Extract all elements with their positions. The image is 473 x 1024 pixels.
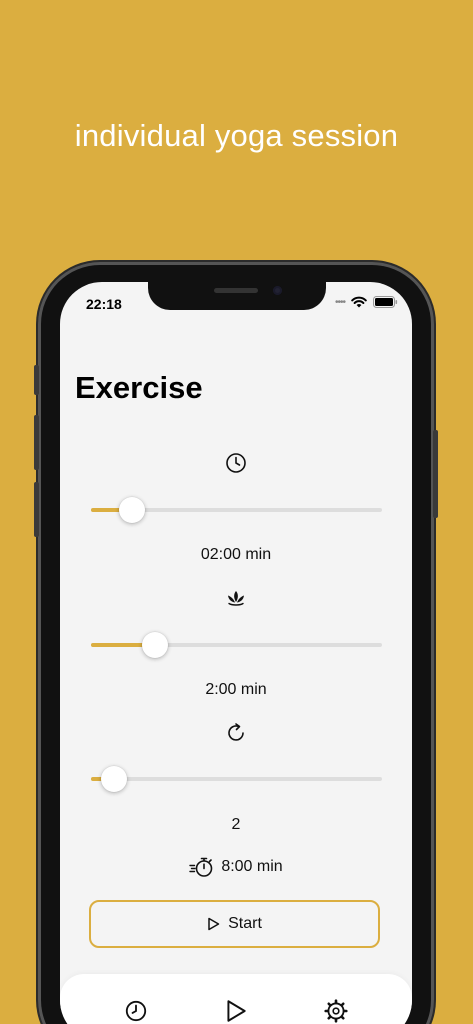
- speaker: [214, 288, 258, 293]
- phone-screen: 22:18 •••• Exercise 02:00 min 2:00 min 2…: [60, 282, 412, 1024]
- phone-mute-switch: [34, 365, 39, 395]
- slider-thumb[interactable]: [142, 632, 169, 658]
- phone-volume-up: [34, 415, 39, 470]
- wifi-icon: [351, 296, 367, 308]
- phone-volume-down: [34, 482, 39, 537]
- notch: [148, 282, 326, 310]
- phone-power-button: [433, 430, 438, 518]
- clock-icon: [226, 453, 246, 473]
- battery-icon: [373, 296, 398, 308]
- slider-thumb[interactable]: [118, 497, 145, 523]
- play-icon: [208, 917, 220, 931]
- total-time: 8:00 min: [60, 856, 412, 878]
- slider-track: [91, 777, 382, 781]
- page: individual yoga session 22:18 •••• Exerc…: [0, 0, 473, 1024]
- tab-session-play-icon[interactable]: [223, 998, 249, 1024]
- total-time-label: 8:00 min: [221, 858, 283, 875]
- slider-thumb[interactable]: [101, 766, 128, 792]
- duration-value: 02:00 min: [200, 546, 272, 563]
- break-value: 2:00 min: [205, 681, 267, 698]
- repetitions-slider[interactable]: [91, 765, 382, 793]
- status-time: 22:18: [86, 296, 122, 312]
- status-icons: ••••: [335, 296, 398, 308]
- tab-history-clock-icon[interactable]: [123, 998, 149, 1024]
- break-slider[interactable]: [91, 631, 382, 659]
- repetitions-value: 2: [231, 816, 241, 833]
- start-button-label: Start: [228, 915, 262, 932]
- screen-title: Exercise: [75, 370, 203, 405]
- headline: individual yoga session: [74, 118, 399, 153]
- camera: [273, 286, 282, 295]
- signal-icon: ••••: [334, 296, 346, 308]
- tab-settings-gear-icon[interactable]: [323, 998, 349, 1024]
- tab-bar: [60, 974, 412, 1024]
- stopwatch-icon: [189, 857, 213, 877]
- duration-slider[interactable]: [91, 496, 382, 524]
- lotus-icon: [228, 591, 244, 606]
- repeat-icon: [228, 723, 244, 741]
- start-button[interactable]: Start: [89, 900, 380, 948]
